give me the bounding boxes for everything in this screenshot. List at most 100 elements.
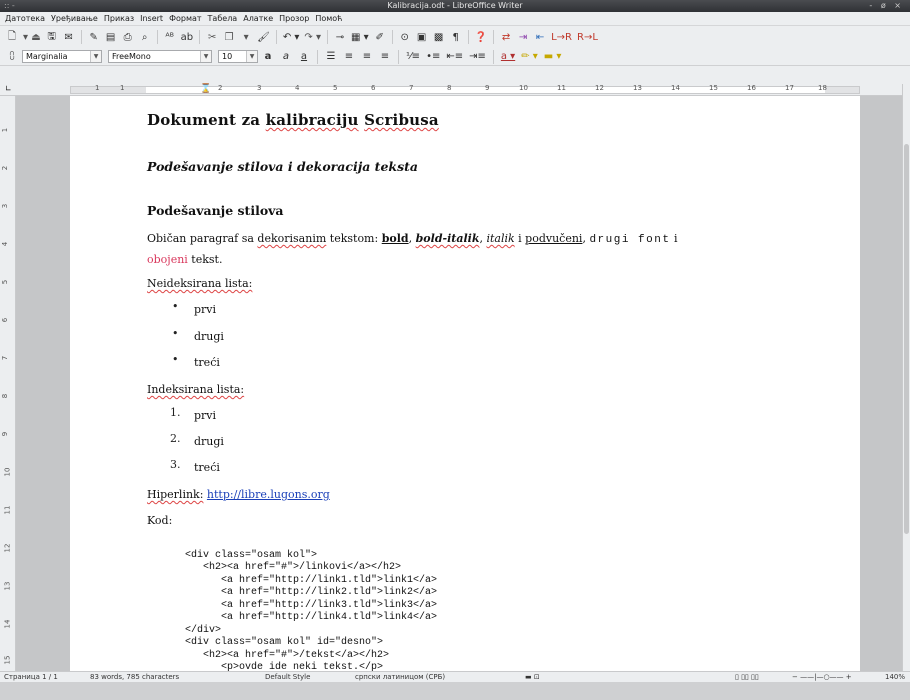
code-label[interactable]: Kod: — [147, 511, 172, 530]
autospell-icon[interactable]: ab — [179, 29, 195, 45]
highlight-icon[interactable]: ✏ ▾ — [519, 49, 540, 65]
ordered-label[interactable]: Indeksirana lista: — [147, 380, 244, 399]
bullets-icon[interactable]: •≡ — [424, 49, 442, 65]
chevron-down-icon[interactable]: ▼ — [200, 51, 211, 62]
label-text: Neideksirana lista: — [147, 277, 253, 290]
vertical-ruler[interactable]: 1 2 3 4 5 6 7 8 9 10 11 12 13 14 15 — [0, 96, 16, 671]
ruler-number: 4 — [1, 241, 10, 247]
ruler-number: 8 — [447, 84, 452, 92]
tab-stop-icon[interactable]: ∟ — [5, 84, 12, 93]
export-pdf-icon[interactable]: ▤ — [103, 29, 119, 45]
justify-icon[interactable]: ≡ — [377, 49, 393, 65]
para-bolditalic: bold-italik — [415, 232, 480, 245]
status-language[interactable]: српски латиницом (СРБ) — [355, 673, 445, 681]
menu-tools[interactable]: Алатке — [240, 14, 276, 23]
open-icon[interactable]: ▾ ⏏ — [21, 29, 43, 45]
insert-mode-icon[interactable]: ▬ ⊡ — [525, 673, 540, 681]
paragraph-rtl-icon[interactable]: R→L — [575, 29, 600, 45]
print-preview-icon[interactable]: ⌕ — [137, 29, 153, 45]
hyperlink-icon[interactable]: ⊸ — [332, 29, 348, 45]
font-size-combo[interactable]: 10 ▼ — [218, 50, 258, 63]
font-name-combo[interactable]: FreeMono ▼ — [108, 50, 212, 63]
menu-table[interactable]: Табела — [205, 14, 241, 23]
list-item[interactable]: drugi — [194, 327, 224, 346]
menu-format[interactable]: Формат — [166, 14, 204, 23]
align-left-icon[interactable]: ☰ — [323, 49, 339, 65]
ruler-number: 14 — [671, 84, 680, 92]
rtl-icon[interactable]: ⇄ — [498, 29, 514, 45]
help-icon[interactable]: ❓ — [473, 29, 489, 45]
list-item[interactable]: prvi — [194, 406, 216, 425]
status-page[interactable]: Страница 1 / 1 — [4, 673, 58, 681]
doc-heading[interactable]: Podešavanje stilova — [147, 203, 284, 218]
list-item[interactable]: drugi — [194, 432, 224, 451]
styles-icon[interactable]: ⩇ — [4, 49, 20, 65]
ruler-number: 12 — [595, 84, 604, 92]
email-icon[interactable]: ✉ — [61, 29, 77, 45]
align-center-icon[interactable]: ≡ — [341, 49, 357, 65]
horizontal-ruler[interactable]: ∟ 1 1 ⌛ 2 3 4 5 6 7 8 9 10 11 12 13 14 1… — [0, 84, 910, 96]
menu-file[interactable]: Датотека — [2, 14, 48, 23]
text-direction-lr-icon[interactable]: ⇥ — [515, 29, 531, 45]
doc-title[interactable]: Dokument za kalibraciju Scribusa — [147, 111, 439, 129]
print-icon[interactable]: ⎙ — [120, 29, 136, 45]
table-icon[interactable]: ▦ ▾ — [349, 29, 371, 45]
hyperlink[interactable]: http://libre.lugons.org — [207, 488, 330, 501]
vertical-scrollbar[interactable] — [902, 84, 910, 671]
align-right-icon[interactable]: ≡ — [359, 49, 375, 65]
list-item[interactable]: treći — [194, 458, 220, 477]
navigator-icon[interactable]: ▣ — [414, 29, 430, 45]
zoom-level[interactable]: 140% — [885, 673, 905, 681]
menu-insert[interactable]: Insert — [137, 14, 166, 23]
clone-format-icon[interactable]: 🖌 — [255, 29, 272, 45]
indent-marker-icon[interactable]: ⌛ — [200, 84, 211, 94]
ruler-number: 1 — [120, 84, 125, 92]
chevron-down-icon[interactable]: ▼ — [90, 51, 101, 62]
ruler-number: 18 — [818, 84, 827, 92]
unordered-label[interactable]: Neideksirana lista: — [147, 274, 252, 293]
bold-icon[interactable]: a — [260, 49, 276, 65]
gallery-icon[interactable]: ▩ — [431, 29, 447, 45]
zoom-slider[interactable]: − ——|—○—— + — [792, 673, 852, 681]
text-direction-rl-icon[interactable]: ⇤ — [532, 29, 548, 45]
menu-window[interactable]: Прозор — [276, 14, 312, 23]
window-controls[interactable]: - ø × — [869, 1, 904, 10]
spellcheck-icon[interactable]: ᴬᴮ — [162, 29, 178, 45]
view-layout-icon[interactable]: ▯ ▯▯ ▯▯ — [735, 673, 759, 681]
status-style[interactable]: Default Style — [265, 673, 310, 681]
list-item[interactable]: prvi — [194, 300, 216, 319]
paste-icon[interactable]: ▾ — [238, 29, 254, 45]
doc-paragraph[interactable]: Običan paragraf sa dekorisanim tekstom: … — [147, 229, 767, 269]
chevron-down-icon[interactable]: ▼ — [246, 51, 257, 62]
paragraph-style-combo[interactable]: Marginalia ▼ — [22, 50, 102, 63]
doc-heading-italic[interactable]: Podešavanje stilova i dekoracija teksta — [147, 159, 418, 174]
new-document-icon[interactable]: 🗋 — [4, 29, 20, 45]
formatting-marks-icon[interactable]: ¶ — [448, 29, 464, 45]
decrease-indent-icon[interactable]: ⇤≡ — [444, 49, 465, 65]
copy-icon[interactable]: ❐ — [221, 29, 237, 45]
font-color-icon[interactable]: a ▾ — [499, 49, 517, 65]
find-icon[interactable]: ⊙ — [397, 29, 413, 45]
status-words[interactable]: 83 words, 785 characters — [90, 673, 179, 681]
underline-icon[interactable]: a — [296, 49, 312, 65]
numbering-icon[interactable]: ⅟≡ — [404, 49, 422, 65]
italic-icon[interactable]: a — [278, 49, 294, 65]
increase-indent-icon[interactable]: ⇥≡ — [467, 49, 488, 65]
menu-help[interactable]: Помоћ — [312, 14, 345, 23]
edit-file-icon[interactable]: ✎ — [86, 29, 102, 45]
ruler-number: 11 — [557, 84, 566, 92]
menu-edit[interactable]: Уређивање — [48, 14, 101, 23]
scrollbar-thumb[interactable] — [904, 144, 909, 534]
background-color-icon[interactable]: ▬ ▾ — [542, 49, 564, 65]
bullet-icon: • — [172, 327, 179, 340]
list-item[interactable]: treći — [194, 353, 220, 372]
draw-functions-icon[interactable]: ✐ — [372, 29, 388, 45]
cut-icon[interactable]: ✂ — [204, 29, 220, 45]
formatting-toolbar: ⩇ Marginalia ▼ FreeMono ▼ 10 ▼ a a a ☰ ≡… — [0, 48, 910, 66]
paragraph-style-value: Marginalia — [26, 52, 68, 61]
paragraph-ltr-icon[interactable]: L→R — [549, 29, 574, 45]
menu-view[interactable]: Приказ — [101, 14, 137, 23]
redo-icon[interactable]: ↷ ▾ — [302, 29, 323, 45]
save-icon[interactable]: 🖫 — [44, 29, 60, 45]
undo-icon[interactable]: ↶ ▾ — [281, 29, 302, 45]
